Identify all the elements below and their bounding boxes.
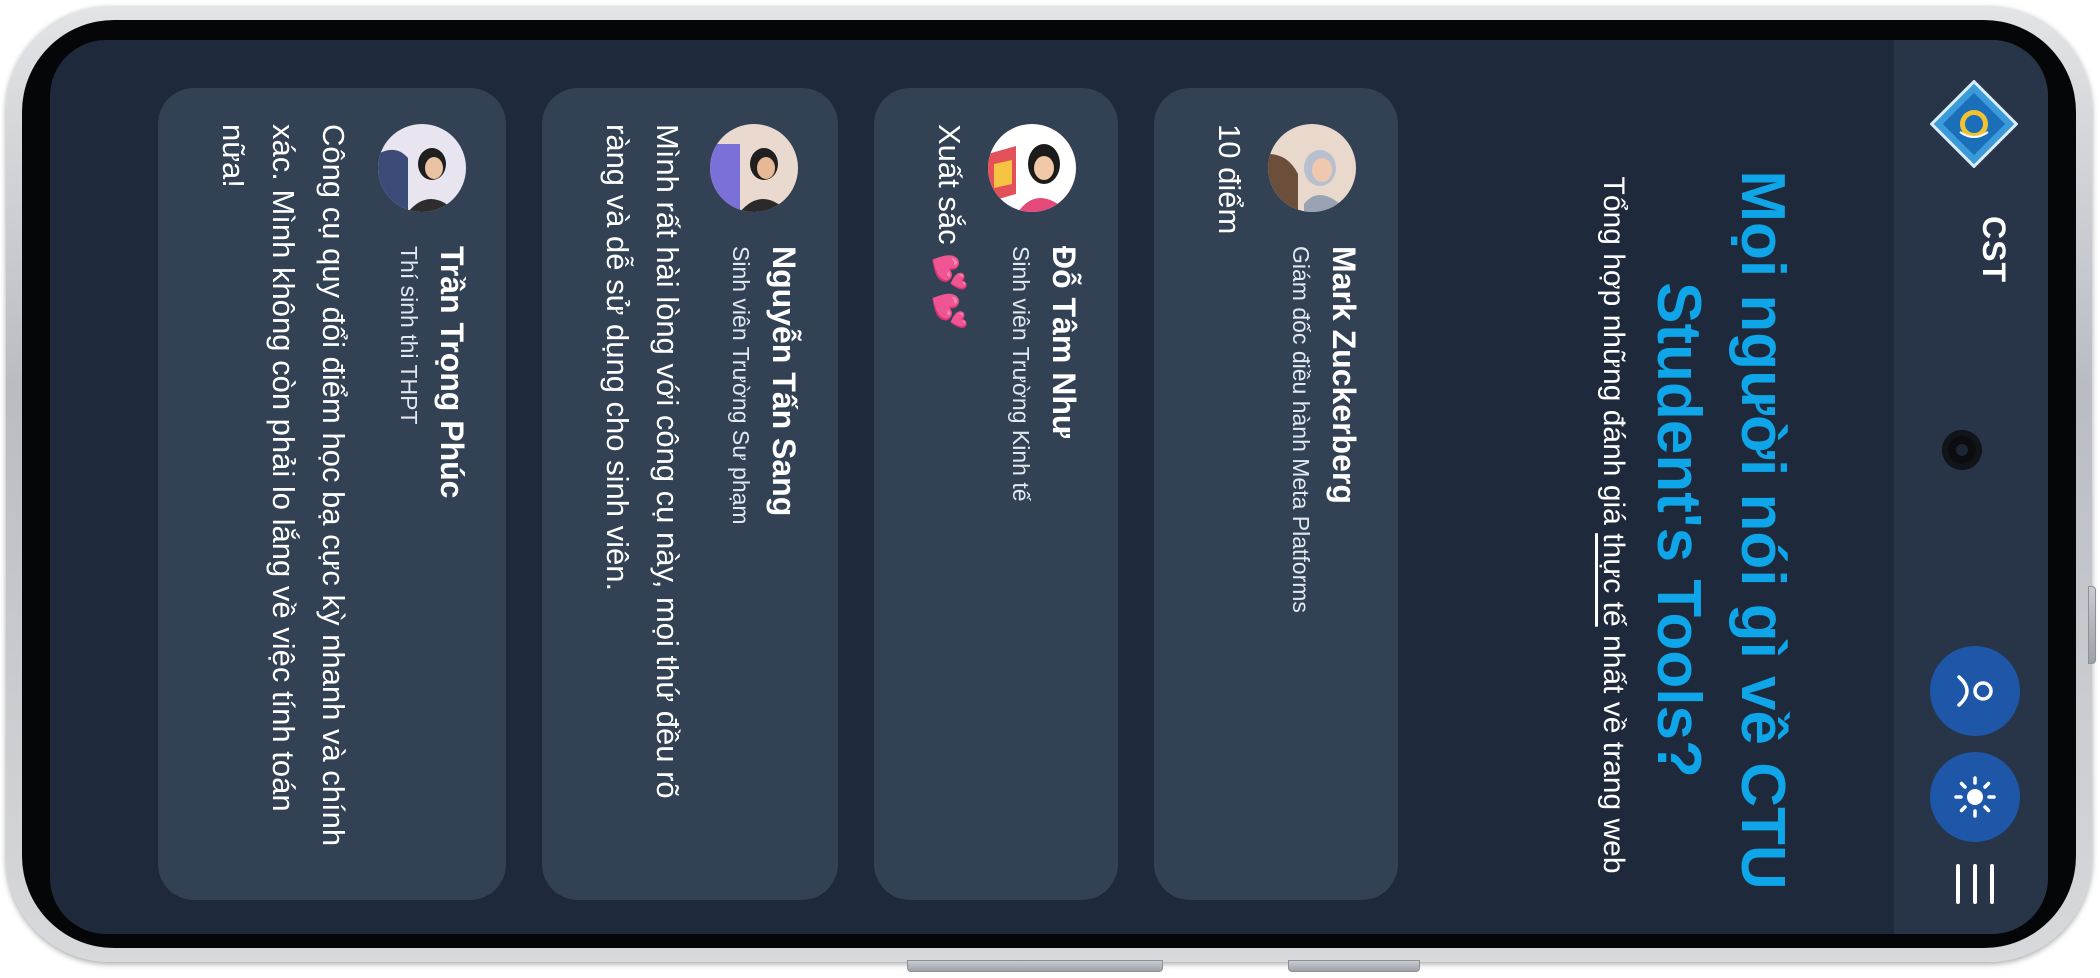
- review-text: Mình rất hài lòng với công cụ này, mọi t…: [600, 124, 685, 799]
- card-header: Trần Trọng Phúc Thí sinh thi THPT: [394, 246, 472, 806]
- menu-icon: [1956, 864, 1994, 904]
- card-header: Nguyễn Tấn Sang Sinh viên Trường Sư phạm: [726, 246, 804, 806]
- reviewer-role: Sinh viên Trường Kinh tế: [1008, 246, 1034, 502]
- power-button: [1288, 960, 1420, 972]
- avatar: [378, 124, 466, 212]
- testimonial-card: Nguyễn Tấn Sang Sinh viên Trường Sư phạm…: [542, 88, 838, 900]
- page-subtitle: Tổng hợp những đánh giá thực tế nhất về …: [1588, 120, 1638, 930]
- subtitle-text: Tổng hợp những đánh giá: [1597, 176, 1630, 534]
- avatar: [988, 124, 1076, 212]
- volume-button: [907, 960, 1163, 972]
- menu-button[interactable]: [1946, 860, 2004, 908]
- front-camera: [1942, 430, 1982, 470]
- brand-name[interactable]: CST: [1975, 216, 2012, 283]
- testimonial-card: Trần Trọng Phúc Thí sinh thi THPT Công c…: [158, 88, 506, 900]
- page-title: Mọi người nói gì về CTU Student's Tools?: [1644, 170, 1797, 890]
- user-icon: [1957, 675, 1993, 707]
- ctu-logo-icon[interactable]: [1929, 79, 2019, 169]
- reviewer-name: Đỗ Tâm Như: [1046, 246, 1082, 439]
- theme-toggle-button[interactable]: [1930, 752, 2020, 842]
- subtitle-highlight: thực tế: [1597, 533, 1630, 627]
- review-text: Công cụ quy đổi điểm học bạ cực kỳ nhanh…: [216, 124, 351, 847]
- avatar: [1268, 124, 1356, 212]
- card-header: Đỗ Tâm Như Sinh viên Trường Kinh tế: [1006, 246, 1084, 806]
- screen: CST Mọi người nói gì về CTU Student's To…: [50, 40, 2048, 934]
- review-text: Xuất sắc 💕💕: [932, 124, 967, 331]
- testimonial-card: Đỗ Tâm Như Sinh viên Trường Kinh tế Xuất…: [874, 88, 1118, 900]
- reviewer-role: Sinh viên Trường Sư phạm: [728, 246, 754, 525]
- card-header: Mark Zuckerberg Giám đốc điều hành Meta …: [1286, 246, 1364, 806]
- subtitle-text-end: nhất về trang web: [1597, 626, 1630, 874]
- sun-icon: [1954, 776, 1996, 818]
- user-button[interactable]: [1930, 646, 2020, 736]
- reviewer-role: Giám đốc điều hành Meta Platforms: [1288, 246, 1314, 613]
- review-text: 10 điểm: [1212, 124, 1247, 235]
- avatar: [710, 124, 798, 212]
- reviewer-name: Mark Zuckerberg: [1326, 246, 1362, 504]
- side-key: [2088, 586, 2096, 664]
- reviewer-name: Trần Trọng Phúc: [434, 246, 470, 499]
- reviewer-role: Thí sinh thi THPT: [396, 246, 422, 425]
- reviewer-name: Nguyễn Tấn Sang: [766, 246, 802, 517]
- testimonial-card: Mark Zuckerberg Giám đốc điều hành Meta …: [1154, 88, 1398, 900]
